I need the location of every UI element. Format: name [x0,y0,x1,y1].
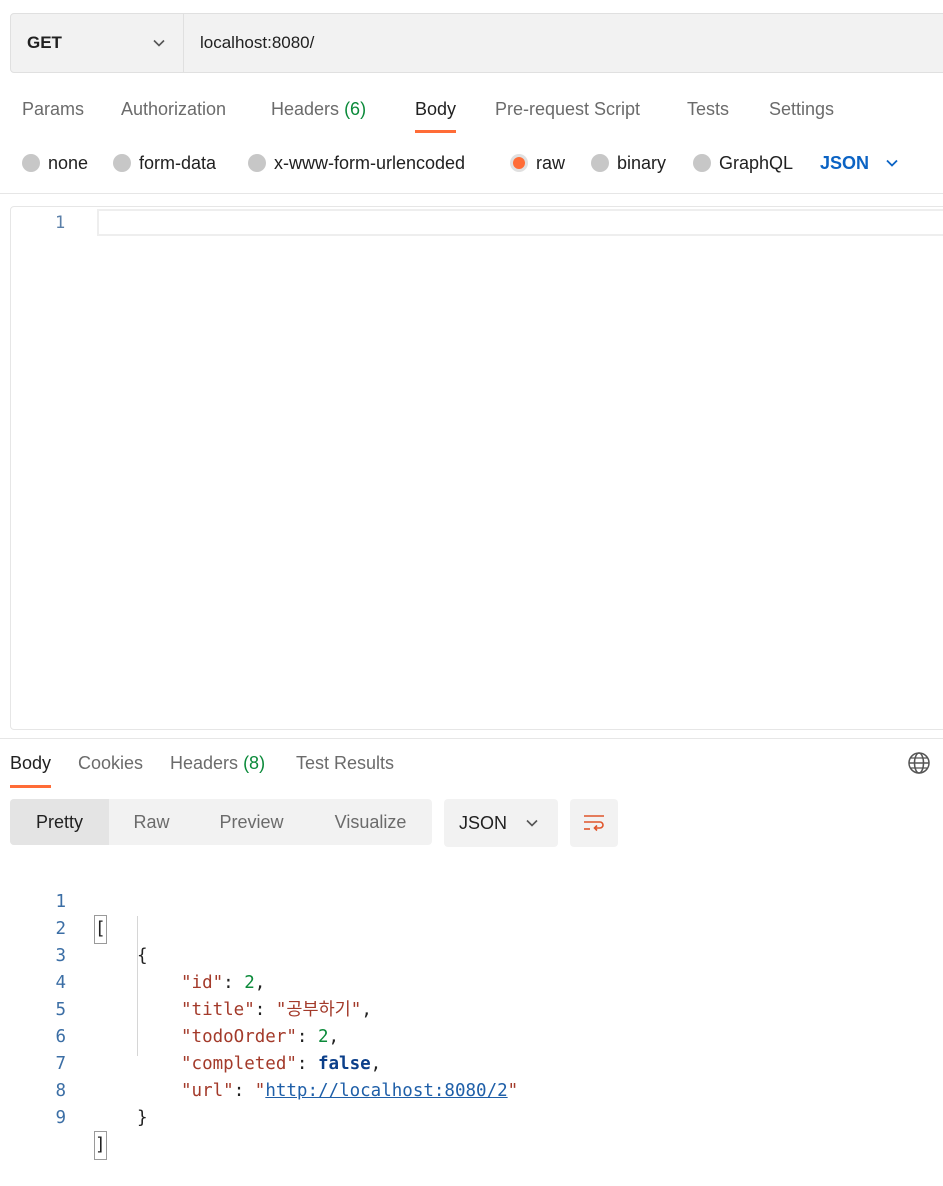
code-line: 6 "completed": false, [0,997,943,1074]
wrap-lines-button[interactable] [570,799,618,847]
view-visualize[interactable]: Visualize [309,799,432,845]
tab-label: Settings [769,99,835,119]
code-line: 7 "url": "http://localhost:8080/2" [0,1024,943,1101]
tab-params[interactable]: Params [22,94,84,133]
radio-dot [248,154,266,172]
url-bar: GET localhost:8080/ [10,13,943,73]
active-line [97,209,943,236]
chevron-down-icon [153,39,165,47]
raw-language-select[interactable]: JSON [820,150,899,176]
tab-label: Cookies [78,753,144,773]
code-line: 3 "id": 2, [0,916,943,993]
radio-label: form-data [139,152,217,173]
radio-x-www-form-urlencoded[interactable]: x-www-form-urlencoded [248,150,465,176]
code-line: 1 [ [0,862,943,944]
line-number: 9 [55,1108,66,1128]
radio-raw[interactable]: raw [510,150,565,176]
response-format-select[interactable]: JSON [444,799,558,847]
view-preview[interactable]: Preview [194,799,309,845]
tab-label: Params [22,99,85,119]
url-input[interactable]: localhost:8080/ [184,33,314,53]
radio-form-data[interactable]: form-data [113,150,216,176]
radio-binary[interactable]: binary [591,150,666,176]
raw-language-label: JSON [820,152,870,173]
view-mode-switch: Pretty Raw Preview Visualize [10,799,432,845]
radio-label: none [48,152,89,173]
view-raw[interactable]: Raw [109,799,194,845]
tab-label: Tests [687,99,730,119]
headers-count: (8) [243,753,266,773]
code-line: 5 "todoOrder": 2, [0,970,943,1047]
tab-label: Test Results [296,753,395,773]
tab-label: Body [415,99,457,119]
code-line: 9 ] [0,1078,943,1160]
tab-headers[interactable]: Headers (6) [271,94,366,133]
close-brace: } [137,1108,148,1128]
tab-label: Authorization [121,99,227,119]
wrap-lines-icon [584,815,604,832]
method-select[interactable]: GET [11,14,184,72]
method-label: GET [27,33,62,52]
view-pretty[interactable]: Pretty [10,799,109,845]
code-line: 2 { [0,889,943,966]
code-line: 4 "title": "공부하기", [0,943,943,1020]
tab-settings[interactable]: Settings [769,94,834,133]
chevron-down-icon [526,819,538,827]
radio-graphql[interactable]: GraphQL [693,150,793,176]
tab-tests[interactable]: Tests [687,94,729,133]
close-bracket: ] [94,1131,107,1160]
tab-label: Headers [170,753,239,773]
radio-dot [693,154,711,172]
response-tab-body[interactable]: Body [10,750,52,788]
headers-count: (6) [344,99,367,119]
tab-authorization[interactable]: Authorization [121,94,226,133]
tab-label: Body [10,753,52,773]
radio-dot-selected [510,154,528,172]
globe-icon[interactable] [907,751,931,775]
tab-body[interactable]: Body [415,94,457,133]
code-line: 8 } [0,1051,943,1128]
radio-label: x-www-form-urlencoded [274,152,466,173]
chevron-down-icon [886,159,898,167]
tab-label: Pre-request Script [495,99,641,119]
response-tab-test-results[interactable]: Test Results [296,750,394,788]
response-tab-headers[interactable]: Headers (8) [170,750,265,788]
radio-dot [113,154,131,172]
radio-dot [591,154,609,172]
radio-dot [22,154,40,172]
divider [0,738,943,739]
tab-label: Headers [271,99,340,119]
radio-label: raw [536,152,566,173]
tab-pre-request-script[interactable]: Pre-request Script [495,94,640,133]
response-tab-cookies[interactable]: Cookies [78,750,143,788]
radio-label: binary [617,152,667,173]
radio-label: GraphQL [719,152,794,173]
response-format-label: JSON [459,812,508,833]
radio-none[interactable]: none [22,150,88,176]
line-number: 1 [55,213,66,233]
request-body-editor[interactable]: 1 [10,206,943,730]
divider [0,193,943,194]
